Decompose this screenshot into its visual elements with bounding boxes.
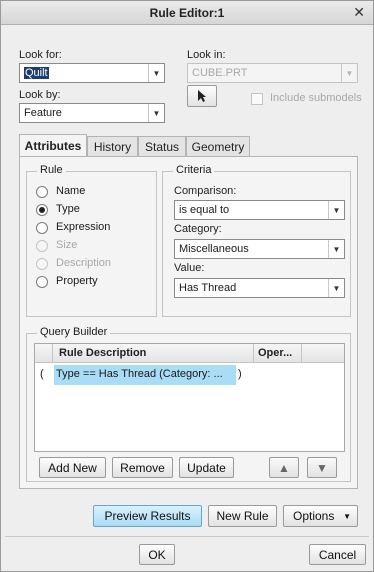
chevron-down-icon: ▼ xyxy=(343,511,351,521)
look-for-combo[interactable]: Quilt ▼ xyxy=(19,63,165,83)
rule-group-title: Rule xyxy=(37,164,66,176)
tab-attributes[interactable]: Attributes xyxy=(19,134,87,157)
cancel-button[interactable]: Cancel xyxy=(309,544,366,565)
update-button[interactable]: Update xyxy=(179,457,234,478)
triangle-down-icon: ▼ xyxy=(316,460,328,475)
rule-editor-window: Rule Editor:1 ✕ Look for: Quilt ▼ Look i… xyxy=(0,0,374,572)
add-new-button[interactable]: Add New xyxy=(39,457,106,478)
column-separator xyxy=(253,344,254,363)
comparison-value: is equal to xyxy=(179,204,230,216)
include-submodels-checkbox[interactable] xyxy=(251,93,263,105)
close-icon[interactable]: ✕ xyxy=(353,4,365,21)
open-paren: ( xyxy=(40,368,44,380)
chevron-down-icon[interactable]: ▼ xyxy=(328,201,344,219)
select-button[interactable] xyxy=(187,85,217,107)
category-label: Category: xyxy=(174,223,222,235)
query-table-header: Rule Description Oper... xyxy=(35,344,344,363)
radio-property[interactable] xyxy=(36,276,48,288)
value-combo[interactable]: Has Thread ▼ xyxy=(174,278,345,298)
tab-history[interactable]: History xyxy=(87,136,138,157)
radio-size xyxy=(36,240,48,252)
divider xyxy=(5,536,369,537)
column-separator xyxy=(301,344,302,363)
title-bar[interactable]: Rule Editor:1 ✕ xyxy=(1,1,373,25)
look-for-label: Look for: xyxy=(19,49,62,61)
options-button[interactable]: Options ▼ xyxy=(283,505,358,527)
triangle-up-icon: ▲ xyxy=(278,460,290,475)
table-row[interactable]: ( Type == Has Thread (Category: ... ) xyxy=(35,365,344,387)
column-rule-description[interactable]: Rule Description xyxy=(59,347,146,359)
radio-type-label: Type xyxy=(56,203,80,215)
move-up-button[interactable]: ▲ xyxy=(269,457,299,478)
options-label: Options xyxy=(293,509,335,523)
new-rule-button[interactable]: New Rule xyxy=(208,505,277,527)
radio-name-label: Name xyxy=(56,185,86,197)
move-down-button[interactable]: ▼ xyxy=(307,457,337,478)
preview-results-button[interactable]: Preview Results xyxy=(93,505,202,527)
comparison-label: Comparison: xyxy=(174,185,237,197)
column-operator[interactable]: Oper... xyxy=(258,347,292,359)
chevron-down-icon[interactable]: ▼ xyxy=(148,104,164,122)
look-in-value: CUBE.PRT xyxy=(192,67,248,79)
criteria-group-title: Criteria xyxy=(173,164,215,176)
chevron-down-icon[interactable]: ▼ xyxy=(148,64,164,82)
column-separator xyxy=(52,344,53,363)
look-in-combo[interactable]: CUBE.PRT ▼ xyxy=(187,63,358,83)
rule-description-cell[interactable]: Type == Has Thread (Category: ... xyxy=(54,365,236,385)
chevron-down-icon[interactable]: ▼ xyxy=(328,279,344,297)
radio-name[interactable] xyxy=(36,186,48,198)
radio-description-label: Description xyxy=(56,257,112,269)
window-title: Rule Editor:1 xyxy=(149,6,225,20)
category-combo[interactable]: Miscellaneous ▼ xyxy=(174,239,345,259)
tab-geometry: Geometry xyxy=(186,136,250,157)
pointer-arrow-icon xyxy=(198,90,206,102)
look-in-label: Look in: xyxy=(187,49,226,61)
value-label: Value: xyxy=(174,262,205,274)
radio-size-label: Size xyxy=(56,239,78,251)
comparison-combo[interactable]: is equal to ▼ xyxy=(174,200,345,220)
ok-button[interactable]: OK xyxy=(139,544,175,565)
look-by-value: Feature xyxy=(24,107,62,119)
radio-expression[interactable] xyxy=(36,222,48,234)
value-value: Has Thread xyxy=(179,282,237,294)
look-by-label: Look by: xyxy=(19,89,61,101)
radio-expression-label: Expression xyxy=(56,221,111,233)
category-value: Miscellaneous xyxy=(179,243,249,255)
radio-type[interactable] xyxy=(36,204,48,216)
include-submodels-label: Include submodels xyxy=(270,92,362,104)
close-paren: ) xyxy=(238,368,242,380)
radio-description xyxy=(36,258,48,270)
look-for-value: Quilt xyxy=(24,67,49,79)
tab-status[interactable]: Status xyxy=(138,136,186,157)
radio-property-label: Property xyxy=(56,275,98,287)
query-table[interactable]: Rule Description Oper... ( Type == Has T… xyxy=(34,343,345,452)
chevron-down-icon: ▼ xyxy=(341,64,357,82)
chevron-down-icon[interactable]: ▼ xyxy=(328,240,344,258)
query-builder-title: Query Builder xyxy=(37,326,111,338)
remove-button[interactable]: Remove xyxy=(112,457,173,478)
look-by-combo[interactable]: Feature ▼ xyxy=(19,103,165,123)
